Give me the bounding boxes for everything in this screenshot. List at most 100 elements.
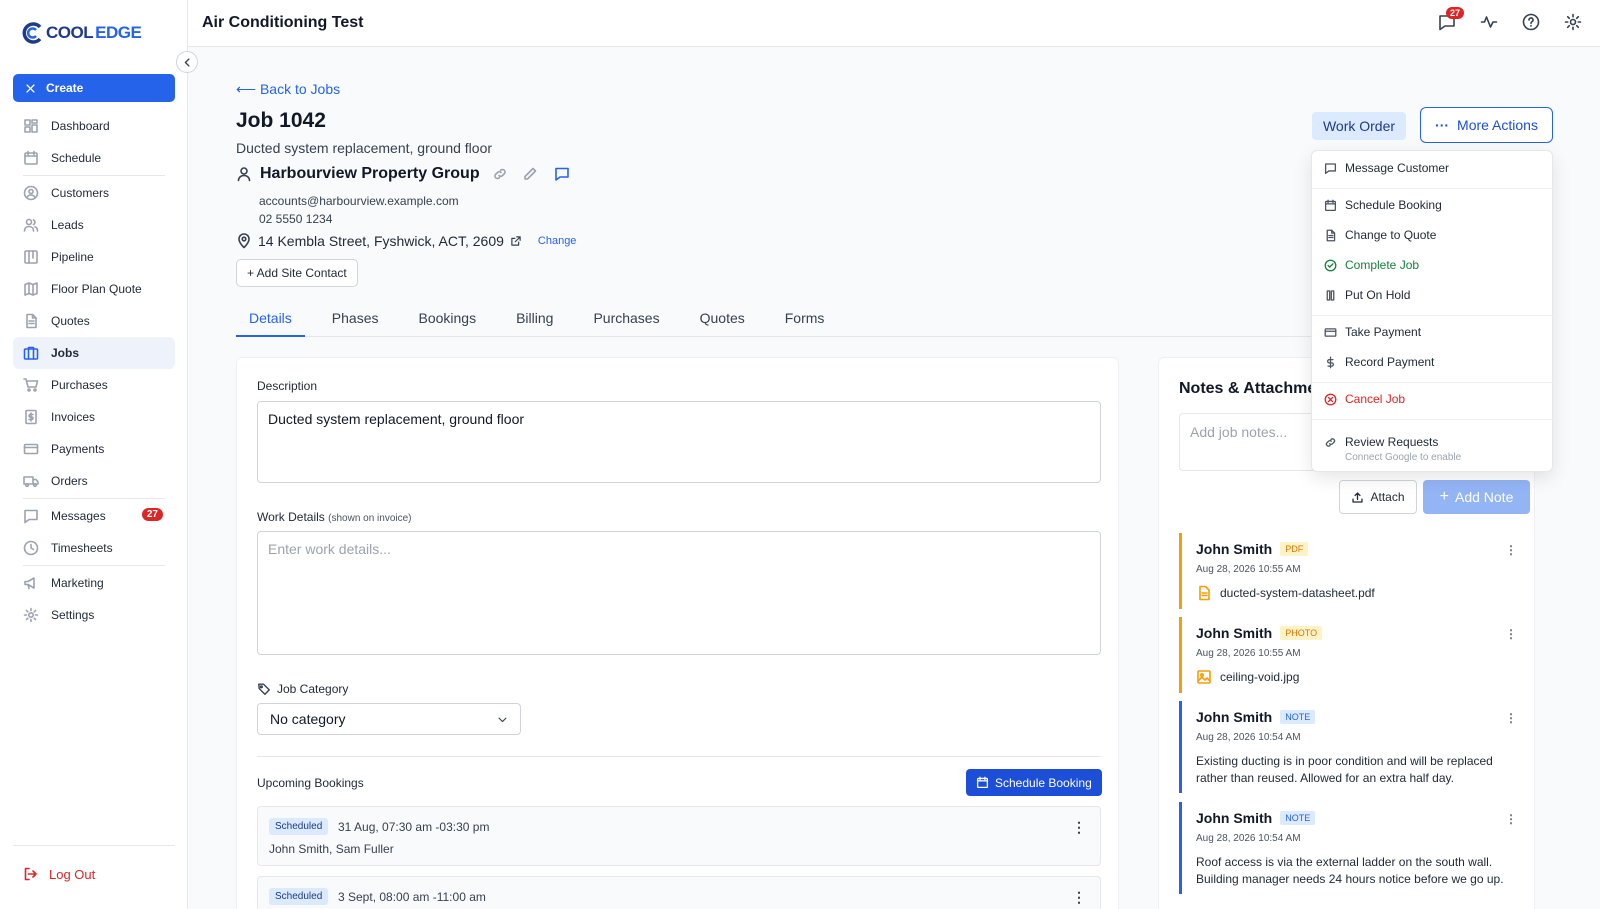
change-address-link[interactable]: Change — [538, 235, 577, 247]
sidebar-item-label: Leads — [51, 218, 84, 232]
menu-item-change-to-quote[interactable]: Change to Quote — [1324, 228, 1436, 242]
description-textarea[interactable]: Ducted system replacement, ground floor — [257, 401, 1101, 483]
job-category-label-text: Job Category — [277, 682, 349, 696]
note-menu-icon[interactable]: ⋮ — [1505, 627, 1517, 641]
work-details-textarea[interactable]: Enter work details... — [257, 531, 1101, 655]
logo-text-edge: EDGE — [95, 23, 142, 42]
sidebar-item-orders[interactable]: Orders — [13, 465, 175, 497]
note-attachment[interactable]: ceiling-void.jpg — [1196, 669, 1299, 685]
menu-item-label: Put On Hold — [1345, 288, 1411, 302]
add-note-button[interactable]: + Add Note — [1423, 480, 1530, 514]
tab-quotes[interactable]: Quotes — [687, 304, 758, 337]
sidebar-item-customers[interactable]: Customers — [13, 177, 175, 209]
sidebar-item-quotes[interactable]: Quotes — [13, 305, 175, 337]
sidebar-item-messages[interactable]: Messages 27 — [13, 500, 175, 532]
activity-icon[interactable] — [1480, 13, 1498, 31]
dollar-icon — [1327, 356, 1334, 368]
schedule-booking-button[interactable]: Schedule Booking — [966, 769, 1102, 796]
location-pin-icon — [238, 233, 250, 249]
job-category-select[interactable]: No category — [257, 703, 521, 735]
menu-item-review-requests[interactable]: Review Requests — [1324, 435, 1438, 449]
more-actions-menu: Message Customer Schedule Booking Change… — [1311, 150, 1554, 472]
collapse-sidebar-button[interactable] — [176, 51, 198, 73]
external-link-icon[interactable] — [510, 235, 522, 247]
help-icon[interactable] — [1522, 13, 1540, 31]
booking-time: 31 Aug, 07:30 am -03:30 pm — [338, 820, 490, 834]
sidebar-item-label: Payments — [51, 442, 105, 456]
work-order-button[interactable]: Work Order — [1312, 112, 1406, 140]
logout-button[interactable]: Log Out — [23, 866, 95, 882]
attach-button[interactable]: Attach — [1339, 480, 1417, 514]
note-menu-icon[interactable]: ⋮ — [1505, 812, 1517, 826]
note-date: Aug 28, 2026 10:55 AM — [1196, 564, 1301, 575]
menu-item-cancel-job[interactable]: Cancel Job — [1324, 392, 1405, 406]
booking-row[interactable]: Scheduled 31 Aug, 07:30 am -03:30 pm Joh… — [257, 806, 1101, 866]
upload-icon — [1352, 491, 1364, 503]
sidebar-item-jobs[interactable]: Jobs — [13, 337, 175, 369]
link-icon[interactable] — [492, 166, 508, 182]
address-row: 14 Kembla Street, Fyshwick, ACT, 2609 Ch… — [236, 233, 576, 249]
note-menu-icon[interactable]: ⋮ — [1505, 543, 1517, 557]
note-author: John Smith — [1196, 625, 1273, 641]
sidebar-item-marketing[interactable]: Marketing — [13, 567, 175, 599]
sidebar-item-label: Messages — [51, 509, 106, 523]
file-icon — [1199, 585, 1210, 601]
note-attachment[interactable]: ducted-system-datasheet.pdf — [1196, 585, 1375, 601]
add-site-contact-button[interactable]: + Add Site Contact — [236, 259, 358, 287]
customer-phone[interactable]: 02 5550 1234 — [259, 212, 332, 226]
sidebar-item-schedule[interactable]: Schedule — [13, 142, 175, 174]
message-customer-icon[interactable] — [554, 166, 570, 182]
more-actions-button[interactable]: ··· More Actions — [1420, 107, 1553, 143]
description-label: Description — [257, 379, 318, 393]
menu-item-complete-job[interactable]: Complete Job — [1324, 258, 1419, 272]
tab-bookings[interactable]: Bookings — [406, 304, 490, 337]
tab-billing[interactable]: Billing — [503, 304, 566, 337]
sidebar-item-settings[interactable]: Settings — [13, 599, 175, 631]
sidebar-item-timesheets[interactable]: Timesheets — [13, 532, 175, 564]
create-button[interactable]: Create — [13, 74, 175, 102]
chevron-down-icon — [498, 717, 507, 722]
attachment-filename: ducted-system-datasheet.pdf — [1220, 586, 1375, 600]
logout-label: Log Out — [49, 866, 96, 882]
tab-forms[interactable]: Forms — [772, 304, 838, 337]
cooledge-logo[interactable]: COOL EDGE — [22, 22, 142, 44]
sidebar-item-floor-plan-quote[interactable]: Floor Plan Quote — [13, 273, 175, 305]
menu-item-message-customer[interactable]: Message Customer — [1324, 161, 1449, 175]
sidebar-item-purchases[interactable]: Purchases — [13, 369, 175, 401]
customer-email[interactable]: accounts@harbourview.example.com — [259, 194, 459, 208]
customer-name[interactable]: Harbourview Property Group — [260, 165, 480, 183]
menu-item-record-payment[interactable]: Record Payment — [1324, 355, 1434, 369]
menu-item-put-on-hold[interactable]: Put On Hold — [1324, 288, 1410, 302]
sidebar-item-dashboard[interactable]: Dashboard — [13, 110, 175, 142]
logout-icon — [24, 867, 37, 881]
note-item: John Smith PHOTO Aug 28, 2026 10:55 AM c… — [1179, 617, 1521, 693]
job-title: Job 1042 — [236, 109, 326, 132]
tab-details[interactable]: Details — [236, 304, 305, 337]
sidebar-item-pipeline[interactable]: Pipeline — [13, 241, 175, 273]
sidebar-item-label: Jobs — [51, 346, 80, 360]
tab-phases[interactable]: Phases — [319, 304, 392, 337]
sidebar-item-invoices[interactable]: Invoices — [13, 401, 175, 433]
note-menu-icon[interactable]: ⋮ — [1505, 711, 1517, 725]
menu-item-take-payment[interactable]: Take Payment — [1324, 325, 1421, 339]
menu-item-schedule-booking[interactable]: Schedule Booking — [1324, 198, 1442, 212]
map-icon — [24, 282, 38, 296]
tab-purchases[interactable]: Purchases — [580, 304, 672, 337]
attachment-filename: ceiling-void.jpg — [1220, 670, 1300, 684]
menu-item-label: Review Requests — [1345, 435, 1439, 449]
edit-pencil-icon[interactable] — [522, 166, 538, 182]
settings-gear-icon[interactable] — [1564, 13, 1582, 31]
messages-button[interactable]: 27 — [1438, 7, 1465, 31]
close-icon — [26, 83, 35, 93]
upcoming-bookings-label: Upcoming Bookings — [257, 776, 364, 790]
back-to-jobs-link[interactable]: ⟵ Back to Jobs — [236, 81, 340, 98]
logo-mark-icon — [22, 22, 42, 44]
note-author-row: John Smith PHOTO — [1196, 625, 1323, 641]
booking-menu-icon[interactable]: ⋮ — [1072, 819, 1086, 836]
sidebar-item-leads[interactable]: Leads — [13, 209, 175, 241]
sidebar-item-label: Purchases — [51, 378, 108, 392]
work-details-label-text: Work Details — [257, 510, 325, 524]
booking-menu-icon[interactable]: ⋮ — [1072, 889, 1086, 906]
sidebar-item-payments[interactable]: Payments — [13, 433, 175, 465]
booking-row[interactable]: Scheduled 3 Sept, 08:00 am -11:00 am ⋮ — [257, 876, 1101, 909]
